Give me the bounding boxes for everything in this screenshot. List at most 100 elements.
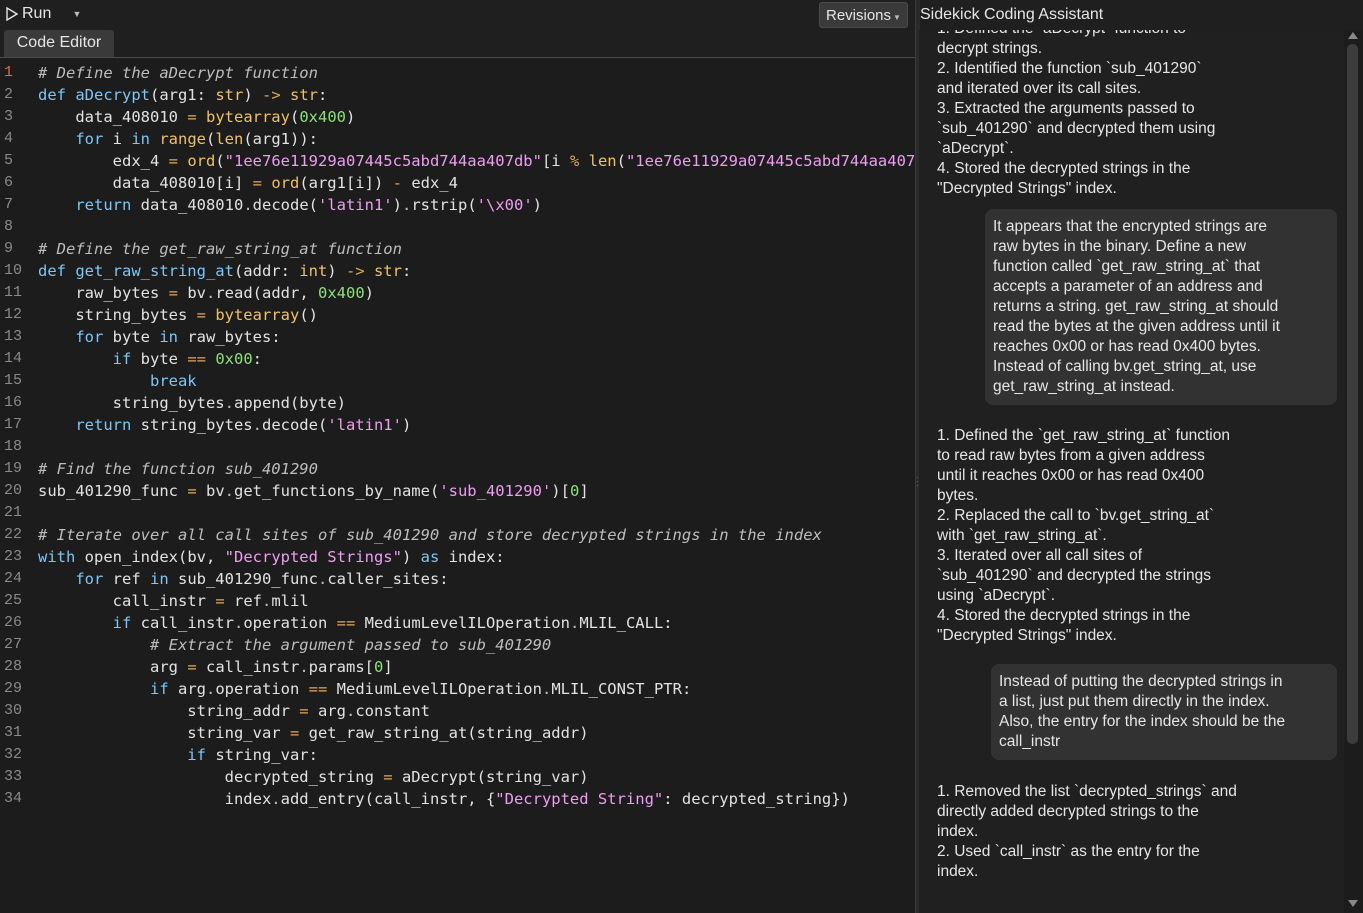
- code-line: raw_bytes = bv.read(addr, 0x400): [38, 282, 915, 304]
- code-token: (): [299, 306, 318, 324]
- code-line: if byte == 0x00:: [38, 348, 915, 370]
- code-token: 0: [373, 658, 384, 676]
- code-token: index: [38, 790, 272, 808]
- code-token: %: [569, 152, 580, 170]
- revisions-label: Revisions: [826, 7, 892, 24]
- code-token: .: [243, 196, 253, 214]
- code-token: .: [271, 790, 281, 808]
- code-token: .: [401, 196, 412, 214]
- code-token: call_instr: [140, 614, 234, 632]
- code-line: return data_408010.decode('latin1').rstr…: [38, 194, 915, 216]
- code-token: =: [252, 174, 262, 192]
- code-token: call_instr: [196, 658, 300, 676]
- line-number: 1: [4, 64, 14, 81]
- code-token: .: [233, 614, 244, 632]
- code-token: decode(: [252, 196, 318, 214]
- code-token: (addr:: [233, 262, 300, 280]
- code-token: ==: [187, 350, 206, 368]
- line-number: 32: [4, 746, 23, 763]
- code-token: :: [317, 86, 328, 104]
- run-button[interactable]: Run: [6, 3, 51, 25]
- code-editor[interactable]: 1 2 3 4 5 6 7 8 9 10 11 12 13 14 15 16 17 18 19 20 21 22 23 24 2…: [0, 58, 915, 913]
- line-number: 25: [4, 592, 23, 609]
- scroll-down-arrow-icon[interactable]: [1348, 900, 1358, 907]
- run-dropdown-chevron-down-icon[interactable]: ▼: [70, 6, 84, 22]
- code-token: (arg1)):: [243, 130, 318, 148]
- line-number: 28: [4, 658, 23, 675]
- code-token: data_408010: [140, 196, 244, 214]
- code-token: string_var:: [215, 746, 318, 764]
- code-token: arg: [308, 702, 346, 720]
- code-token: ): [364, 284, 375, 302]
- scrollbar-thumb[interactable]: [1347, 44, 1358, 744]
- line-number: 29: [4, 680, 23, 697]
- code-token: append(byte): [233, 394, 346, 412]
- code-token: # Define the aDecrypt function: [38, 64, 318, 82]
- line-number: 21: [4, 504, 23, 521]
- chat-panel[interactable]: 1. Defined the `aDecrypt` function to de…: [919, 30, 1344, 913]
- code-line: if string_var:: [38, 744, 915, 766]
- code-line: for byte in raw_bytes:: [38, 326, 915, 348]
- code-token: :: [401, 262, 412, 280]
- code-token: : decrypted_string}): [663, 790, 850, 808]
- code-token: byte: [140, 350, 188, 368]
- scroll-up-arrow-icon[interactable]: [1348, 32, 1358, 39]
- line-number: 3: [4, 108, 14, 125]
- code-token: bytearray: [205, 306, 300, 324]
- code-token: =: [215, 592, 225, 610]
- code-token: call_instr: [38, 592, 216, 610]
- code-token: def: [38, 86, 76, 104]
- code-token: open_index(bv,: [84, 548, 225, 566]
- code-token: 'latin1': [327, 416, 402, 434]
- code-token: get_functions_by_name(: [234, 482, 440, 500]
- code-token: add_entry(call_instr, {: [280, 790, 496, 808]
- code-token: raw_bytes:: [187, 328, 281, 346]
- code-token: in: [159, 328, 188, 346]
- code-token: range: [159, 130, 206, 148]
- code-token: bv: [196, 482, 225, 500]
- code-token: .: [569, 614, 580, 632]
- code-token: ): [346, 108, 356, 126]
- code-token: bv: [178, 284, 206, 302]
- line-number-gutter: 1 2 3 4 5 6 7 8 9 10 11 12 13 14 15 16 17 18 19 20 21 22 23 24 2…: [0, 58, 30, 913]
- code-line: with open_index(bv, "Decrypted Strings")…: [38, 546, 915, 568]
- code-line: arg = call_instr.params[0]: [38, 656, 915, 678]
- code-token: string_addr: [38, 702, 300, 720]
- code-token: if: [38, 614, 141, 632]
- code-token: .: [261, 592, 272, 610]
- code-line: for i in range(len(arg1)):: [38, 128, 915, 150]
- chat-scrollbar[interactable]: [1344, 30, 1363, 913]
- code-token: decode(: [261, 416, 328, 434]
- code-token: mlil: [271, 592, 309, 610]
- code-token: =: [289, 724, 300, 742]
- revisions-dropdown[interactable]: Revisions ▼: [819, 2, 908, 28]
- code-token: operation: [215, 680, 309, 698]
- user-message: It appears that the encrypted strings ar…: [985, 209, 1337, 405]
- code-token: data_408010[i]: [38, 174, 253, 192]
- code-line: def get_raw_string_at(addr: int) -> str:: [38, 260, 915, 282]
- code-token: )[: [551, 482, 570, 500]
- code-token: 'latin1': [317, 196, 393, 214]
- code-token: caller_sites:: [327, 570, 449, 588]
- code-token: decrypted_string: [38, 768, 384, 786]
- code-token: sub_401290_func: [38, 482, 188, 500]
- line-number: 34: [4, 790, 23, 807]
- code-token: i: [112, 130, 132, 148]
- code-token: return: [38, 416, 141, 434]
- user-message: Instead of putting the decrypted strings…: [991, 664, 1337, 760]
- code-content[interactable]: # Define the aDecrypt function def aDecry…: [38, 62, 915, 810]
- line-number: 31: [4, 724, 23, 741]
- code-line: if arg.operation == MediumLevelILOperati…: [38, 678, 915, 700]
- code-token: string_var: [38, 724, 290, 742]
- assistant-message: 1. Defined the `aDecrypt` function to de…: [937, 30, 1216, 197]
- code-token: string_bytes: [38, 306, 197, 324]
- code-line: break: [38, 370, 915, 392]
- code-token: =: [299, 702, 309, 720]
- code-token: ->: [345, 262, 365, 280]
- code-token: =: [196, 306, 206, 324]
- code-token: ): [401, 548, 421, 566]
- code-line: index.add_entry(call_instr, {"Decrypted …: [38, 788, 915, 810]
- tab-code-editor[interactable]: Code Editor: [4, 30, 114, 57]
- line-number: 20: [4, 482, 23, 499]
